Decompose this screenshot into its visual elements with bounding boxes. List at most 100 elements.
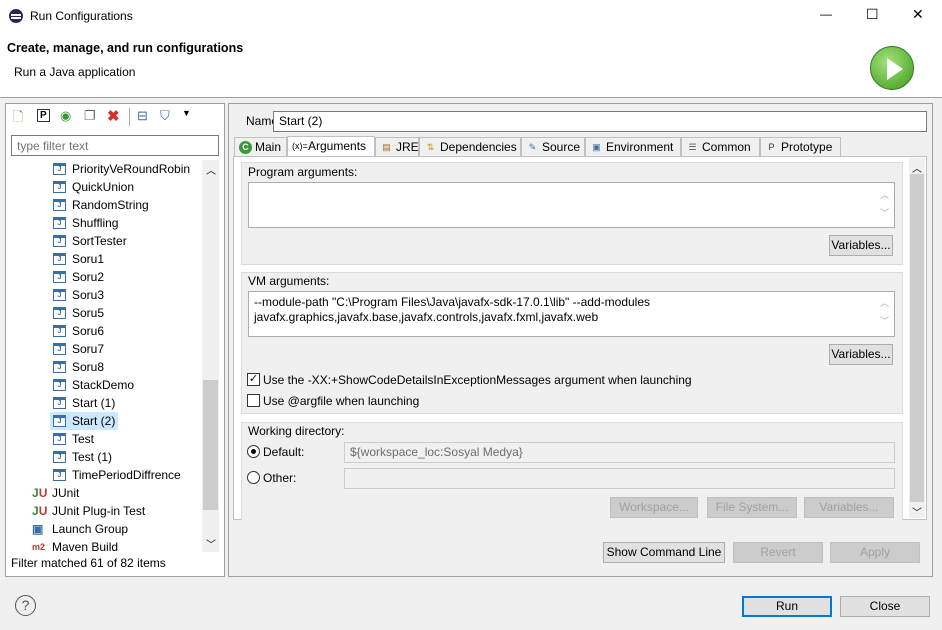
new-prototype-icon[interactable]: P [37,109,50,122]
config-tree-panel: 🗋 P ◉ ❐ ✖ ⊟ ⛉ ▼ J PriorityVeRoundRobin J Qu… [5,103,225,577]
vm-variables-button[interactable]: Variables... [829,344,893,365]
program-arguments-textarea[interactable] [248,182,895,228]
title-bar: Run Configurations — ☐ ✕ [0,0,942,32]
eclipse-icon [9,9,23,23]
default-radio[interactable] [247,445,260,458]
tree-category[interactable]: JU JUnit [30,484,82,502]
other-radio[interactable] [247,471,260,484]
tab-source[interactable]: ✎ Source [521,137,585,157]
tree-item[interactable]: J PriorityVeRoundRobin [50,160,193,178]
tree-item-label: QuickUnion [72,180,135,194]
junit-plugin-icon: JU [32,504,48,518]
argfile-checkbox[interactable] [247,394,260,407]
tab-environment[interactable]: ▣ Environment [585,137,681,157]
working-directory-label: Working directory: [248,424,345,438]
tab-environment-icon: ▣ [592,142,601,152]
java-app-icon: J [53,361,66,373]
scroll-thumb[interactable] [203,380,218,510]
java-app-icon: J [53,253,66,265]
tree-item[interactable]: J Soru5 [50,304,107,322]
java-app-icon: J [53,163,66,175]
tree-item[interactable]: J Soru3 [50,286,107,304]
file-system-button[interactable]: File System... [707,497,797,518]
tree-item[interactable]: J Soru7 [50,340,107,358]
vm-arguments-textarea[interactable]: --module-path "C:\Program Files\Java\jav… [248,291,895,337]
revert-button[interactable]: Revert [733,542,823,563]
argfile-label: Use @argfile when launching [263,394,420,408]
filter-input[interactable] [11,135,219,156]
program-variables-button[interactable]: Variables... [829,235,893,256]
tree-item[interactable]: J Shuffling [50,214,121,232]
tree-item[interactable]: J TimePeriodDiffrence [50,466,184,484]
tree-category[interactable]: ▣ Launch Group [30,520,131,538]
program-arguments-label: Program arguments: [248,165,358,179]
maximize-button[interactable]: ☐ [866,6,879,23]
tree-item[interactable]: J Soru8 [50,358,107,376]
tree-item-label: Soru5 [72,306,105,320]
tree-item[interactable]: J QuickUnion [50,178,137,196]
other-directory-input[interactable] [344,468,895,489]
tree-item-label: Start (1) [72,396,116,410]
tab-dependencies[interactable]: ⇅ Dependencies [419,137,521,157]
tab-prototype[interactable]: P Prototype [760,137,841,157]
export-icon[interactable]: ◉ [60,108,71,124]
duplicate-icon[interactable]: ❐ [84,108,96,124]
java-app-icon: J [53,289,66,301]
tab-main[interactable]: C Main [234,137,287,157]
tree-item[interactable]: J StackDemo [50,376,137,394]
tree-item-label: Start (2) [72,414,116,428]
close-window-button[interactable]: ✕ [912,6,924,23]
tree-item[interactable]: J RandomString [50,196,152,214]
tab-jre[interactable]: ▤ JRE [375,137,419,157]
show-command-line-button[interactable]: Show Command Line [603,542,725,563]
new-config-icon[interactable]: 🗋 [13,108,23,130]
close-button[interactable]: Close [840,596,930,617]
delete-icon[interactable]: ✖ [107,107,120,125]
tree-item-label: Soru8 [72,360,105,374]
scroll-down-icon[interactable]: ﹀ [206,536,216,551]
tree-category[interactable]: m2 Maven Build [30,538,121,556]
tree-item[interactable]: J Start (2) [50,412,119,430]
name-input[interactable]: Start (2) [273,111,927,132]
filter-icon[interactable]: ⛉ [160,108,170,124]
java-app-icon: J [53,451,66,463]
tree-category-label: JUnit Plug-in Test [52,504,146,518]
tab-arguments[interactable]: (x)= Arguments [287,136,375,157]
tab-source-icon: ✎ [528,142,537,152]
apply-button[interactable]: Apply [830,542,920,563]
tree-item[interactable]: J Test [50,430,97,448]
collapse-all-icon[interactable]: ⊟ [137,108,148,124]
default-label: Default: [263,445,305,459]
maven-icon: m2 [32,542,46,552]
tree-item-label: StackDemo [72,378,135,392]
scroll-thumb[interactable] [910,174,924,502]
tree-item[interactable]: J Start (1) [50,394,118,412]
scroll-arrows-icon: ︿ ﹀ [880,298,890,326]
minimize-button[interactable]: — [820,7,832,21]
working-variables-button[interactable]: Variables... [804,497,894,518]
scroll-up-icon[interactable]: ︿ [206,162,216,177]
java-app-icon: J [53,307,66,319]
java-app-icon: J [53,469,66,481]
tree-item[interactable]: J Soru1 [50,250,107,268]
tab-common[interactable]: ☰ Common [681,137,760,157]
tree-category[interactable]: JU JUnit Plug-in Test [30,502,148,520]
tab-jre-icon: ▤ [382,142,391,152]
java-app-icon: J [53,235,66,247]
tab-label: Main [255,140,282,154]
chevron-down-icon[interactable]: ▼ [182,108,191,118]
tree-item[interactable]: J Test (1) [50,448,115,466]
tree-scrollbar[interactable]: ︿ ﹀ [202,160,219,552]
content-scrollbar[interactable]: ︿ ﹀ [909,158,925,519]
tree-item[interactable]: J Soru2 [50,268,107,286]
scroll-up-icon[interactable]: ︿ [912,160,922,175]
tree-item-label: Soru3 [72,288,105,302]
scroll-down-icon[interactable]: ﹀ [912,504,922,519]
workspace-button[interactable]: Workspace... [610,497,698,518]
help-button[interactable]: ? [15,595,36,616]
tree-item[interactable]: J Soru6 [50,322,107,340]
tree-item[interactable]: J SortTester [50,232,130,250]
show-code-details-checkbox[interactable]: ✓ [247,373,260,386]
tree-item-label: Test (1) [72,450,113,464]
run-button[interactable]: Run [742,596,832,617]
